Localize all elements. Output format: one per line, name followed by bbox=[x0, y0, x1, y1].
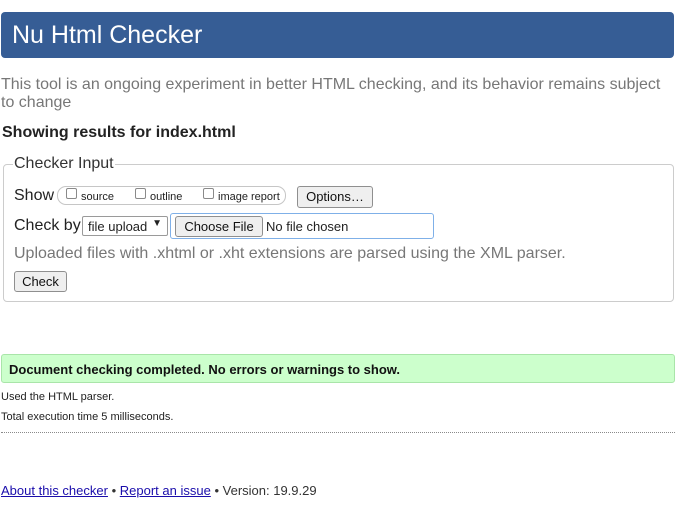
footer-separator: • bbox=[111, 483, 117, 498]
report-issue-link[interactable]: Report an issue bbox=[120, 483, 211, 498]
success-message-box: Document checking completed. No errors o… bbox=[1, 354, 675, 383]
outline-checkbox[interactable] bbox=[135, 188, 146, 199]
source-checkbox[interactable] bbox=[66, 188, 77, 199]
check-by-select[interactable]: file upload ▼ bbox=[82, 216, 168, 236]
footer: About this checker • Report an issue • V… bbox=[1, 483, 317, 498]
xml-parser-hint: Uploaded files with .xhtml or .xht exten… bbox=[14, 245, 566, 262]
outline-checkbox-label[interactable]: outline bbox=[150, 191, 182, 203]
execution-time: Total execution time 5 milliseconds. bbox=[1, 411, 174, 423]
check-button[interactable]: Check bbox=[14, 271, 67, 292]
options-button[interactable]: Options… bbox=[297, 186, 373, 208]
image-report-checkbox-label[interactable]: image report bbox=[218, 191, 280, 203]
checker-input-legend: Checker Input bbox=[13, 155, 115, 173]
about-checker-link[interactable]: About this checker bbox=[1, 483, 108, 498]
header-bar: Nu Html Checker bbox=[1, 12, 674, 58]
showing-results-heading: Showing results for index.html bbox=[2, 124, 236, 141]
page: Nu Html Checker This tool is an ongoing … bbox=[0, 0, 688, 509]
version-text: Version: 19.9.29 bbox=[222, 483, 317, 498]
no-file-chosen-text: No file chosen bbox=[266, 219, 349, 234]
intro-text: This tool is an ongoing experiment in be… bbox=[1, 76, 661, 111]
source-checkbox-label[interactable]: source bbox=[81, 191, 114, 203]
footer-separator: • bbox=[214, 483, 220, 498]
check-by-label: Check by bbox=[14, 217, 81, 234]
success-message: Document checking completed. No errors o… bbox=[9, 362, 401, 377]
divider bbox=[1, 432, 675, 433]
choose-file-button[interactable]: Choose File bbox=[175, 216, 263, 237]
show-label: Show bbox=[14, 187, 55, 204]
check-by-select-value: file upload bbox=[88, 219, 148, 234]
dropdown-arrow-icon: ▼ bbox=[152, 218, 162, 229]
page-title: Nu Html Checker bbox=[12, 21, 203, 49]
parser-info: Used the HTML parser. bbox=[1, 391, 115, 403]
image-report-checkbox[interactable] bbox=[203, 188, 214, 199]
